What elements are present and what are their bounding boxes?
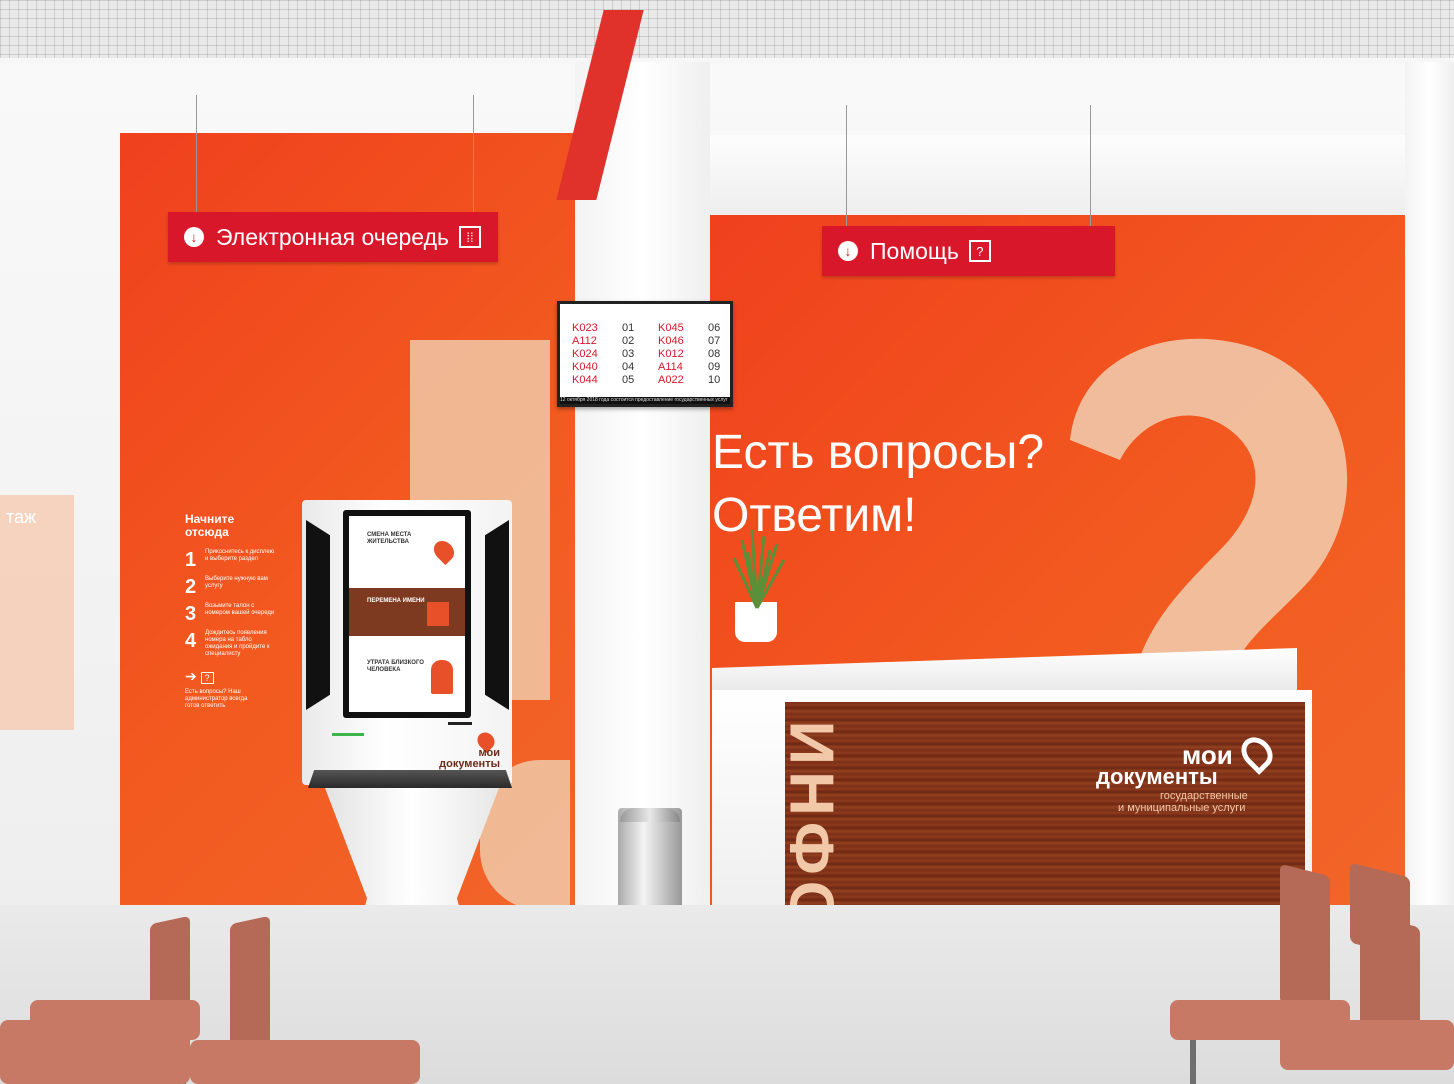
ceiling-grid [0, 0, 1454, 62]
photo-scene: Есть вопросы? Ответим! ↓ Электронная оче… [0, 0, 1454, 1084]
queue-ticket: K045 [658, 322, 684, 334]
kiosk-screen: СМЕНА МЕСТА ЖИТЕЛЬСТВА ПЕРЕМЕНА ИМЕНИ УТ… [343, 510, 471, 718]
queue-window: 05 [622, 374, 635, 386]
step-number: 3 [185, 603, 197, 625]
queue-window: 07 [708, 335, 721, 347]
queue-window: 06 [708, 322, 721, 334]
queue-ticket: K023 [572, 322, 598, 334]
trash-can-lid [620, 808, 680, 822]
kiosk-tile-name-change: ПЕРЕМЕНА ИМЕНИ [367, 598, 425, 604]
kiosk-brand: мои документы [439, 747, 500, 770]
queue-column-left: K023 A112 K024 K040 K044 [572, 322, 598, 387]
queue-ticket: K044 [572, 374, 598, 386]
queue-sign-label: Электронная очередь [216, 223, 449, 250]
desk-brand-sub-2: и муниципальные услуги [1118, 802, 1246, 814]
kiosk-tray [308, 770, 512, 788]
steps-heading: Начните отсюда [185, 512, 235, 539]
kiosk-card-slot [332, 733, 364, 736]
queue-ticket: K040 [572, 361, 598, 373]
waiting-chair [0, 1000, 200, 1084]
arrow-right-circle-icon: ➔ ? [185, 668, 285, 685]
ceiling-edge [0, 58, 1454, 64]
waiting-chair [1330, 862, 1454, 958]
queue-window: 01 [622, 322, 635, 334]
question-icon: ? [200, 672, 214, 684]
sign-wire [1090, 105, 1091, 227]
step-item: 1 Прикоснитесь к дисплею и выберите разде… [185, 549, 285, 572]
step-item: 2 Выберите нужную вам услугу [185, 576, 285, 599]
sign-wire [196, 95, 197, 213]
step-text: Прикоснитесь к дисплею и выберите раздел [205, 549, 275, 562]
sign-wire [846, 105, 847, 227]
queue-sign: ↓ Электронная очередь ⁞⁞ [168, 212, 498, 262]
waiting-chair [170, 915, 470, 1084]
queue-ticket: A022 [658, 374, 684, 386]
step-item: 4 Дождитесь появления номера на табло ожи… [185, 630, 285, 658]
people-icon [431, 660, 453, 694]
queue-window: 08 [708, 348, 721, 360]
kiosk-printer-slot [448, 722, 472, 725]
plant-leaves [732, 530, 786, 609]
queue-windows-right: 06 07 08 09 10 [708, 322, 720, 387]
steps-panel: Начните отсюда 1 Прикоснитесь к дисплею и… [185, 513, 285, 710]
people-icon: ⁞⁞ [459, 226, 481, 248]
queue-ticket: K024 [572, 348, 598, 360]
queue-window: 09 [708, 361, 721, 373]
queue-ticket: K012 [658, 348, 684, 360]
queue-ticket: A114 [658, 361, 683, 373]
queue-window: 03 [622, 348, 635, 360]
step-number: 2 [185, 576, 197, 598]
question-icon: ? [968, 240, 991, 262]
desk-brand-sub-1: государственные [1160, 790, 1248, 802]
step-text: Выберите нужную вам услугу [205, 576, 268, 589]
queue-ticket: K046 [658, 335, 684, 347]
arrow-down-circle-icon: ↓ [838, 241, 858, 261]
step-item: 3 Возьмите талон с номером вашей очереди [185, 603, 285, 626]
step-number: 4 [185, 630, 197, 652]
help-sign-label: Помощь [870, 237, 959, 264]
kiosk-side-panel-left [306, 520, 330, 710]
step-number: 1 [185, 549, 197, 571]
queue-ticket: A112 [572, 335, 597, 347]
queue-windows-left: 01 02 03 04 05 [622, 322, 634, 387]
wall-slogan-line-1: Есть вопросы? [712, 426, 1045, 479]
right-column [1405, 62, 1454, 912]
floor-plan-panel: таж [0, 495, 74, 730]
desk-brand-docs: документы [1096, 764, 1218, 789]
queue-column-right: K045 K046 K012 A114 A022 [658, 322, 684, 387]
queue-window: 02 [622, 335, 635, 347]
kiosk-tile-relocation[interactable]: СМЕНА МЕСТА ЖИТЕЛЬСТВА [367, 532, 427, 546]
sign-wire [473, 95, 474, 213]
kiosk-tile-loss[interactable]: УТРАТА БЛИЗКОГО ЧЕЛОВЕКА [367, 660, 427, 674]
document-icon [427, 602, 449, 626]
step-text: Дождитесь появления номера на табло ожид… [205, 630, 270, 657]
queue-ticker: 12 октября 2018 года состоится предостав… [560, 397, 730, 404]
queue-window: 04 [622, 361, 635, 373]
right-header-overhang [710, 135, 1440, 215]
step-text: Возьмите талон с номером вашей очереди [205, 603, 275, 616]
steps-help-text: Есть вопросы? Наш администратор всегда г… [185, 689, 248, 709]
kiosk-side-panel-right [485, 520, 509, 710]
floor-plan-panel-label: таж [6, 507, 37, 527]
help-sign: ↓ Помощь ? [822, 226, 1115, 276]
queue-display-board: K023 A112 K024 K040 K044 01 02 03 04 05 … [557, 301, 733, 407]
queue-window: 10 [708, 374, 721, 386]
arrow-down-circle-icon: ↓ [184, 227, 204, 247]
